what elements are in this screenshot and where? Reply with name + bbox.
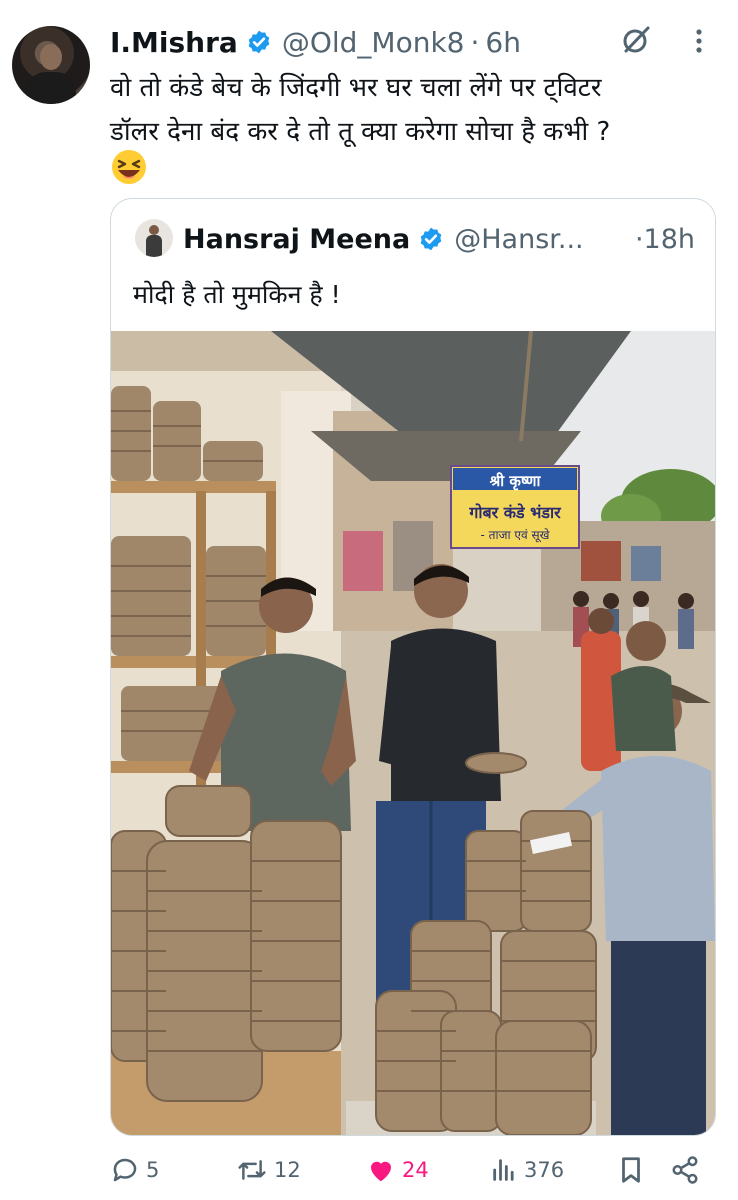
views-chart-icon [493, 1159, 514, 1181]
reply-count: 5 [146, 1158, 160, 1182]
retweet-icon [238, 1160, 266, 1180]
retweet-count: 12 [274, 1158, 301, 1182]
quoted-tweet-header: Hansraj Meena @Hansr... ·18h [183, 217, 695, 261]
quoted-author-handle[interactable]: @Hansr... [454, 224, 583, 255]
avatar-shirt [26, 72, 76, 104]
more-options-icon[interactable] [690, 26, 708, 56]
reply-button[interactable]: 5 [110, 1148, 159, 1192]
quoted-tweet-text: मोदी है तो मुमकिन है ! [133, 280, 341, 309]
grok-icon[interactable] [620, 24, 652, 56]
sign-line1: श्री कृष्णा [489, 472, 542, 491]
author-handle[interactable]: @Old_Monk8 [282, 26, 465, 59]
sign-line2: गोबर कंडे भंडार [468, 503, 562, 522]
quoted-author-name[interactable]: Hansraj Meena [183, 224, 410, 255]
share-button[interactable] [670, 1148, 706, 1192]
verified-badge-icon [420, 227, 442, 251]
heart-icon [371, 1161, 391, 1182]
author-name[interactable]: I.Mishra [110, 26, 238, 59]
sign-line3: - ताजा एवं सूखे [481, 528, 550, 543]
retweet-button[interactable]: 12 [236, 1148, 301, 1192]
views-count: 376 [524, 1158, 565, 1182]
laughing-emoji-icon [112, 150, 146, 184]
tweet-text-line: वो तो कंडे बेच के जिंदगी भर घर चला लेंगे… [110, 73, 602, 103]
tweet-text: वो तो कंडे बेच के जिंदगी भर घर चला लेंगे… [110, 66, 720, 154]
author-avatar[interactable] [12, 26, 90, 104]
dung-cake-shop-photo[interactable]: श्री कृष्णा गोबर कंडे भंडार - ताजा एवं स… [111, 331, 715, 1135]
avatar-face [40, 44, 62, 70]
tweet-text-line: डॉलर देना बंद कर दे तो तू क्या करेगा सोच… [110, 117, 611, 147]
bookmark-button[interactable] [618, 1148, 650, 1192]
share-icon [672, 1156, 698, 1184]
quoted-author-avatar[interactable] [135, 219, 173, 257]
quoted-avatar-head [149, 225, 159, 235]
like-count: 24 [402, 1158, 429, 1182]
quoted-tweet-time[interactable]: ·18h [635, 224, 695, 255]
reply-icon [113, 1158, 137, 1182]
separator-dot: · [470, 25, 480, 59]
action-bar: 5 12 24 376 [0, 1148, 738, 1192]
quoted-avatar-body [146, 235, 162, 257]
verified-badge-icon [248, 30, 270, 54]
tweet-time[interactable]: 6h [485, 26, 521, 59]
quoted-tweet[interactable]: Hansraj Meena @Hansr... ·18h मोदी है तो … [110, 198, 716, 1136]
bookmark-icon [622, 1157, 640, 1183]
views-button[interactable]: 376 [490, 1148, 564, 1192]
like-button[interactable]: 24 [366, 1148, 429, 1192]
